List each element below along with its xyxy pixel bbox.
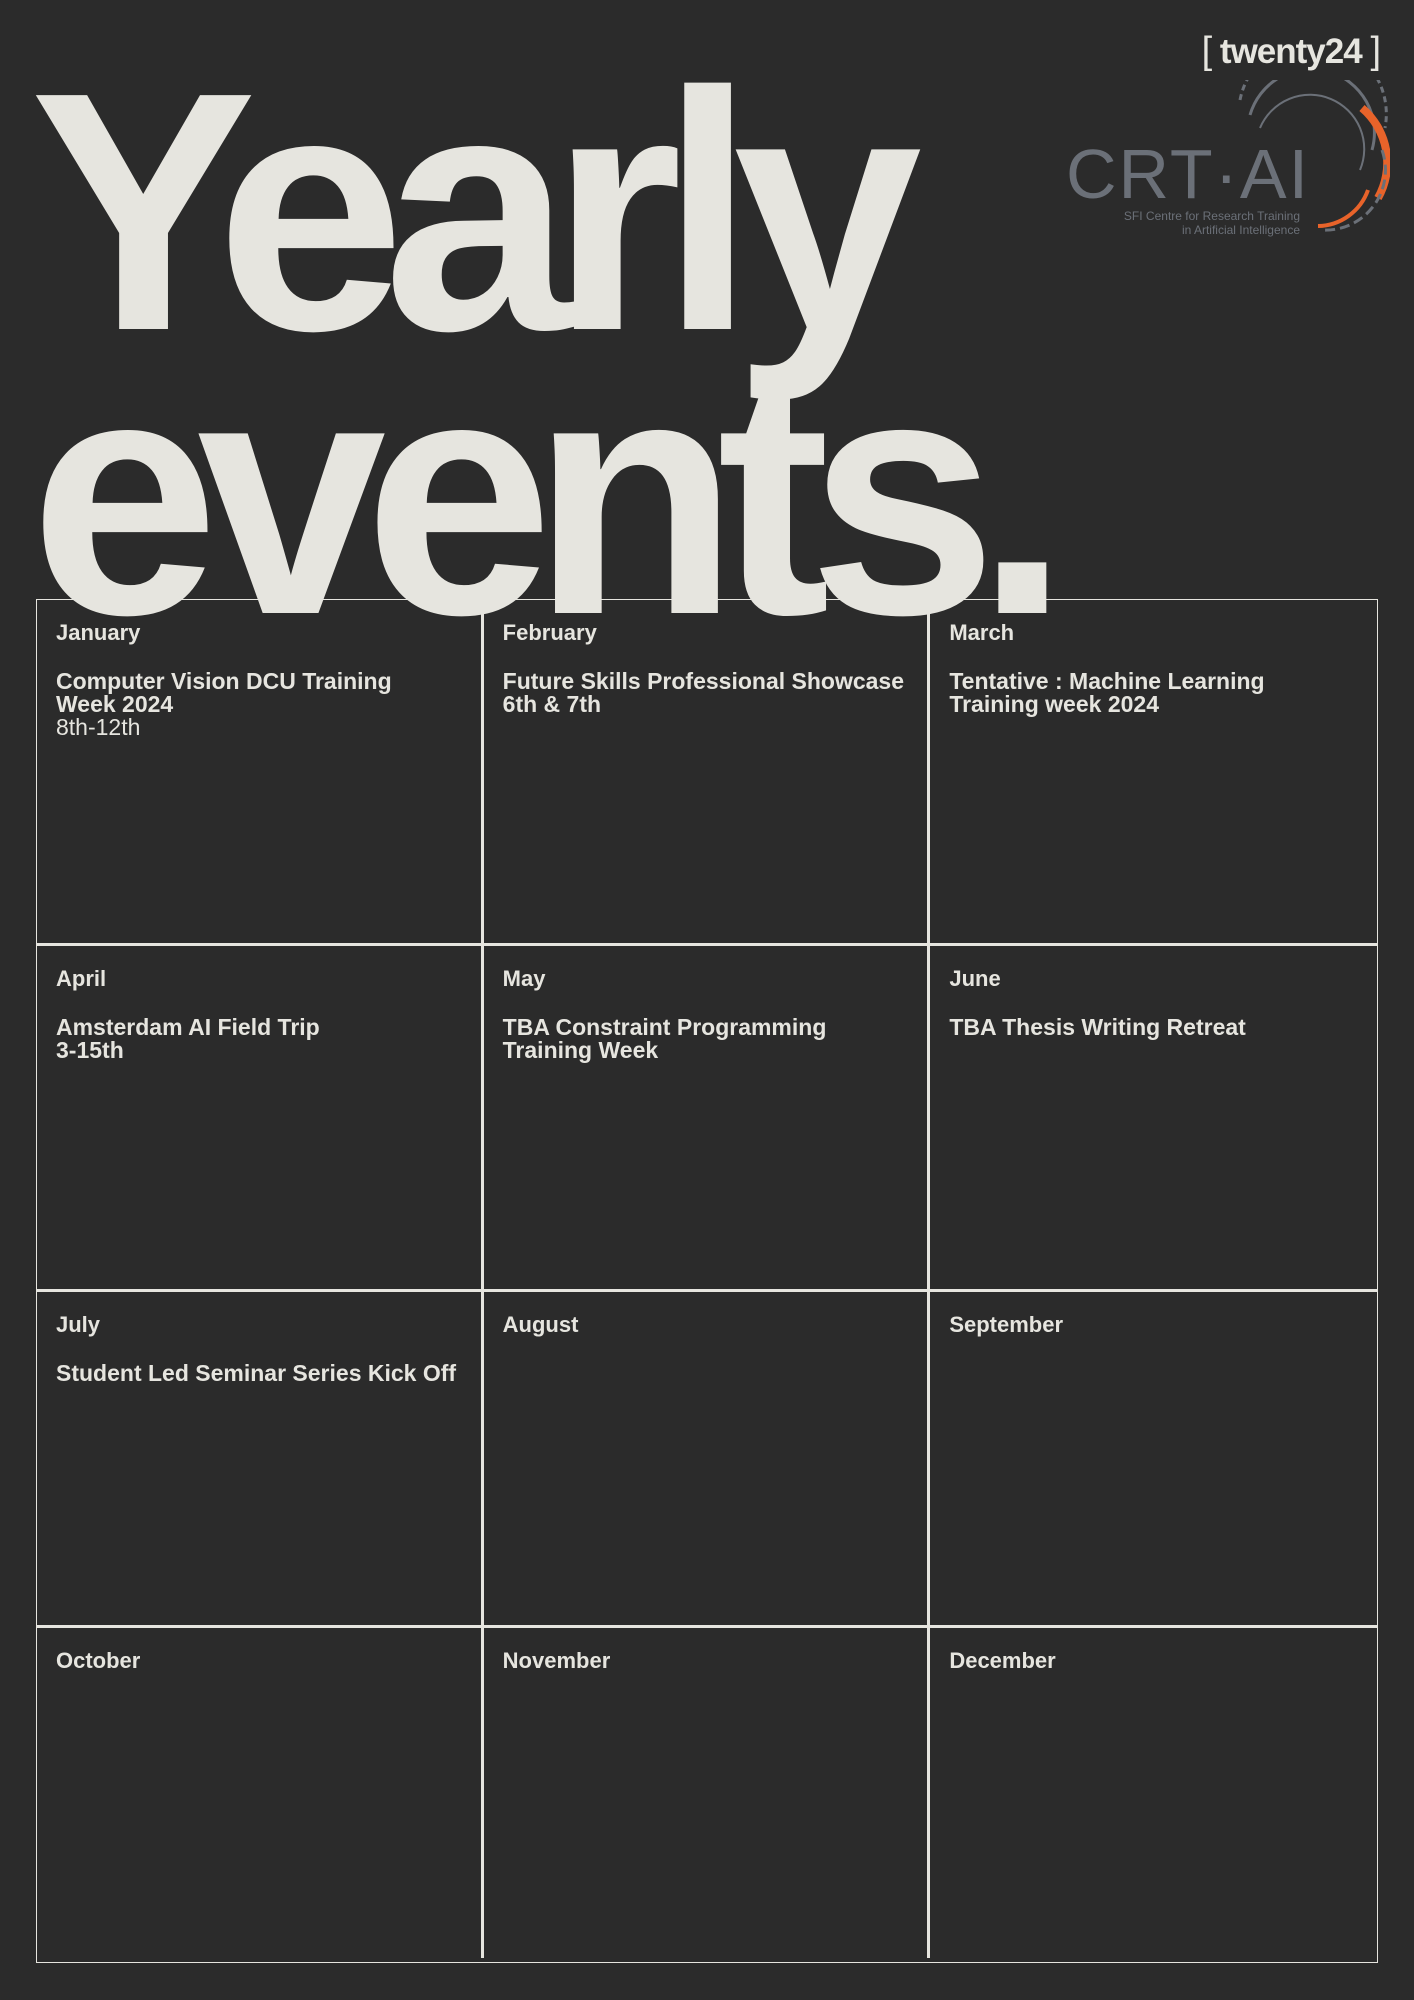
month-label: March [949, 620, 1015, 645]
calendar-grid: January Computer Vision DCU Training Wee… [36, 599, 1378, 1963]
month-cell-june: June TBA Thesis Writing Retreat [930, 946, 1377, 1292]
month-label: August [502, 1312, 579, 1337]
year-tag-close-bracket: ] [1370, 30, 1381, 72]
month-label: November [502, 1648, 611, 1673]
month-cell-january: January Computer Vision DCU Training Wee… [37, 600, 484, 946]
crt-ai-logo: CRT·AI SFI Centre for Research Training … [1066, 80, 1390, 237]
event-text: TBA Constraint Programming Training Week [502, 1014, 827, 1063]
event-date: 8th-12th [56, 714, 141, 740]
year-tag-text: twenty24 [1219, 32, 1363, 71]
month-cell-july: July Student Led Seminar Series Kick Off [37, 1292, 484, 1628]
month-label: December [949, 1648, 1056, 1673]
event-text: Computer Vision DCU Training Week 2024 [56, 668, 392, 717]
month-cell-april: April Amsterdam AI Field Trip 3-15th [37, 946, 484, 1292]
month-label: January [56, 620, 141, 645]
year-tag: [ twenty24 ] [1201, 30, 1381, 73]
logo-subtitle-line-2: in Artificial Intelligence [1182, 223, 1300, 237]
event-text: TBA Thesis Writing Retreat [949, 1014, 1246, 1040]
event-text: Tentative : Machine Learning Training we… [949, 668, 1265, 717]
month-label: October [56, 1648, 141, 1673]
month-label: May [502, 966, 546, 991]
month-label: September [949, 1312, 1064, 1337]
month-cell-march: March Tentative : Machine Learning Train… [930, 600, 1377, 946]
logo-subtitle-line-1: SFI Centre for Research Training [1124, 209, 1300, 223]
month-label: June [949, 966, 1001, 991]
month-cell-february: February Future Skills Professional Show… [483, 600, 931, 946]
event-text: Student Led Seminar Series Kick Off [56, 1360, 457, 1386]
event-text: Future Skills Professional Showcase 6th … [502, 668, 905, 717]
month-cell-may: May TBA Constraint Programming Training … [483, 946, 931, 1292]
month-cell-september: September [930, 1292, 1377, 1628]
year-tag-open-bracket: [ [1201, 30, 1213, 72]
logo-wordmark: CRT·AI [1066, 135, 1310, 213]
month-label: July [56, 1312, 101, 1337]
month-cell-october: October [37, 1628, 484, 1958]
month-cell-august: August [483, 1292, 931, 1628]
month-cell-december: December [930, 1628, 1377, 1958]
month-label: April [56, 966, 107, 991]
month-cell-november: November [484, 1628, 931, 1958]
month-label: February [502, 620, 597, 645]
event-text: Amsterdam AI Field Trip 3-15th [56, 1014, 320, 1063]
